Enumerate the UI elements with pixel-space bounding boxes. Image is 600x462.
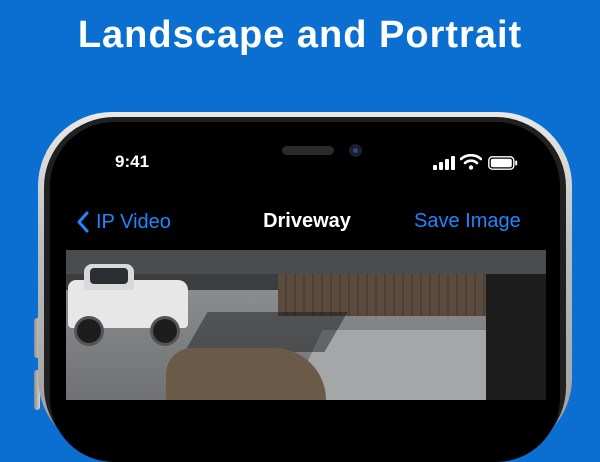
wifi-icon	[460, 154, 482, 170]
battery-icon	[488, 156, 518, 170]
earpiece-speaker	[282, 146, 334, 155]
video-truck-wheel	[74, 316, 104, 346]
video-shadow	[184, 312, 348, 352]
page-title: Driveway	[263, 210, 351, 232]
video-truck-window	[90, 268, 128, 284]
video-lawn	[166, 348, 326, 400]
video-top-strip	[66, 250, 546, 274]
front-camera	[349, 144, 362, 157]
back-button[interactable]: IP Video	[76, 208, 171, 236]
banner-title: Landscape and Portrait	[77, 14, 523, 56]
video-corner	[486, 274, 546, 400]
video-truck-wheel	[150, 316, 180, 346]
status-time: 9:41	[115, 152, 150, 171]
chevron-left-icon	[77, 211, 89, 233]
cellular-signal-icon	[433, 156, 455, 170]
camera-video-feed[interactable]	[66, 250, 546, 400]
back-button-label: IP Video	[96, 210, 171, 233]
video-fence	[278, 274, 488, 316]
save-image-button[interactable]: Save Image	[414, 210, 521, 233]
